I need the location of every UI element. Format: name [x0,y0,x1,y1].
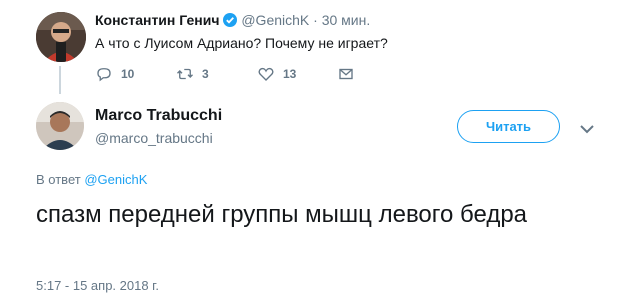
reply-prefix: В ответ [36,172,81,187]
retweet-icon [177,68,193,80]
like-count: 13 [283,67,297,81]
thread-line [59,66,61,94]
parent-author-name[interactable]: Константин Генич [95,12,219,28]
direct-message-button[interactable] [337,64,363,84]
separator-dot: · [313,12,318,28]
main-author-handle[interactable]: @marco_trabucchi [95,130,213,146]
main-tweet-text: спазм передней группы мышц левого бедра [36,201,528,228]
main-timestamp[interactable]: 5:17 - 15 апр. 2018 г. [36,278,159,293]
reply-button[interactable]: 10 [95,64,134,84]
main-avatar[interactable] [36,102,84,150]
like-button[interactable]: 13 [257,64,296,84]
reply-mention-link[interactable]: @GenichK [84,172,147,187]
reply-context: В ответ @GenichK [36,172,147,187]
retweet-count: 3 [202,67,209,81]
main-author-name[interactable]: Marco Trabucchi [95,107,222,125]
reply-count: 10 [121,67,135,81]
verified-badge-icon [223,13,238,27]
parent-timestamp[interactable]: 30 мин. [322,12,371,28]
envelope-icon [339,68,353,80]
parent-tweet[interactable]: Константин Генич @GenichK · 30 мин. А чт… [0,0,623,96]
follow-button[interactable]: Читать [457,110,560,143]
retweet-button[interactable]: 3 [176,64,209,84]
reply-icon [97,68,111,82]
parent-author-handle[interactable]: @GenichK [241,12,309,28]
parent-tweet-text: А что с Луисом Адриано? Почему не играет… [95,35,388,51]
chevron-down-icon[interactable] [580,121,594,134]
parent-tweet-header: Константин Генич @GenichK · 30 мин. [95,12,370,28]
heart-icon [258,67,274,81]
parent-avatar[interactable] [36,12,86,62]
